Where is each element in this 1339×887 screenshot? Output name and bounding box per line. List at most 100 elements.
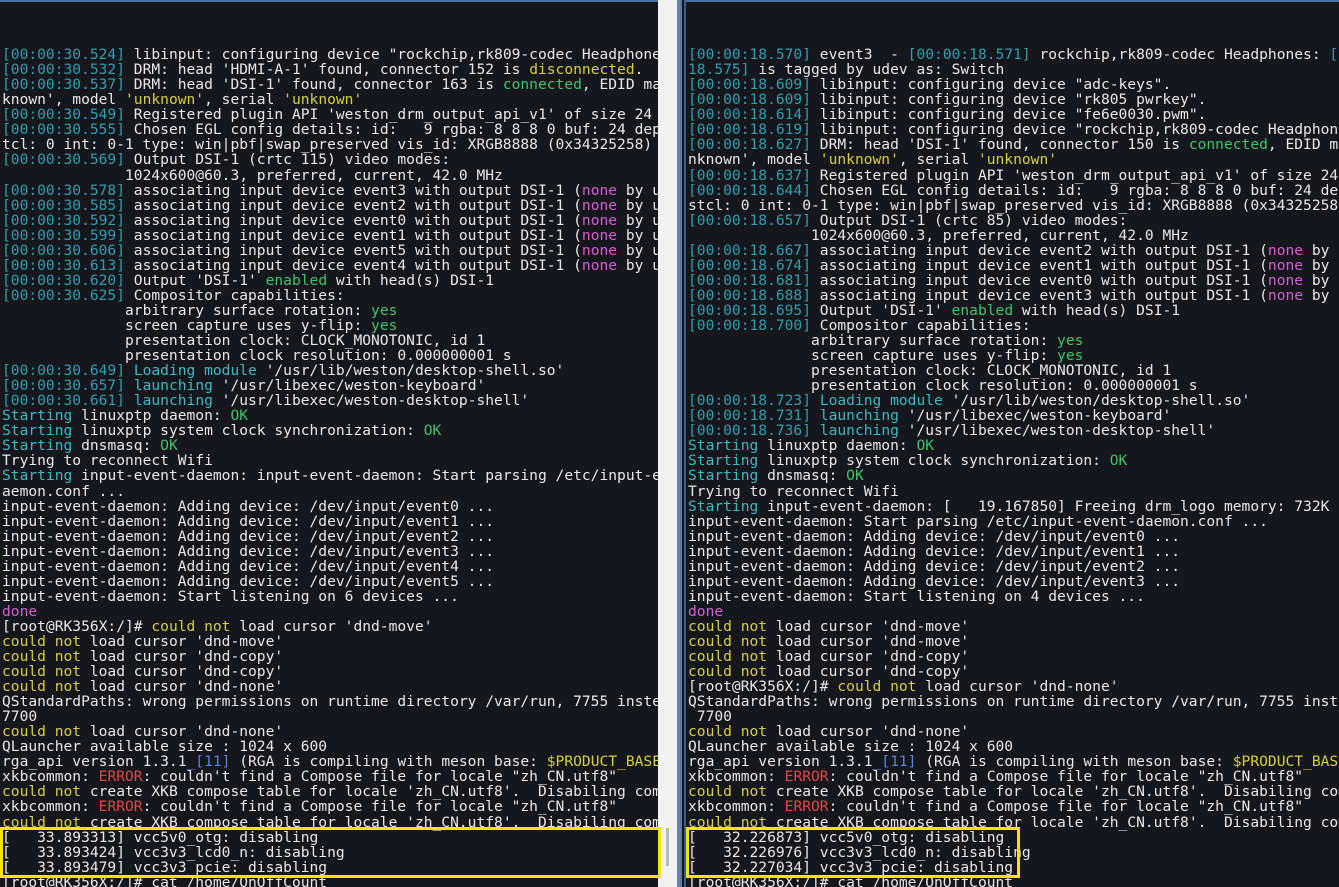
left-terminal-line: [00:00:30.524] libinput: configuring dev…: [0, 47, 658, 62]
left-terminal-line: [00:00:30.537] DRM: head 'DSI-1' found, …: [0, 77, 658, 92]
right-terminal-line: [00:00:18.619] libinput: configuring dev…: [686, 122, 1339, 137]
right-terminal-line: screen capture uses y-flip: yes: [686, 348, 1339, 363]
right-terminal-line: QLauncher available size : 1024 x 600: [686, 739, 1339, 754]
right-terminal-line: [00:00:18.570] event3 - [00:00:18.571] r…: [686, 47, 1339, 62]
left-terminal-line: could not load cursor 'dnd-copy': [0, 649, 658, 664]
right-terminal-pane[interactable]: [00:00:18.570] event3 - [00:00:18.571] r…: [684, 0, 1339, 887]
right-terminal-line: QStandardPaths: wrong permissions on run…: [686, 694, 1339, 709]
left-terminal-line: QLauncher available size : 1024 x 600: [0, 739, 658, 754]
left-terminal-line: xkbcommon: ERROR: couldn't find a Compos…: [0, 769, 658, 784]
right-terminal-line: [ 32.226976] vcc3v3_lcd0_n: disabling: [686, 845, 1339, 860]
log-text: OK: [1109, 452, 1128, 470]
left-terminal-line: [00:00:30.657] launching '/usr/libexec/w…: [0, 378, 658, 393]
log-text: QStandardPaths: wrong permissions on run…: [688, 693, 1339, 711]
left-terminal-line: [00:00:30.620] Output 'DSI-1' enabled wi…: [0, 273, 658, 288]
left-terminal-line: could not create XKB compose table for l…: [0, 815, 658, 830]
log-text: , EDID make 'un: [581, 76, 658, 94]
right-terminal-line: input-event-daemon: Adding device: /dev/…: [686, 559, 1339, 574]
left-terminal-line: [ 33.893313] vcc5v0_otg: disabling: [0, 830, 658, 845]
left-terminal-line: 7700: [0, 709, 658, 724]
left-terminal-line: rga_api version 1.3.1_[11] (RGA is compi…: [0, 754, 658, 769]
left-terminal-line: done: [0, 604, 658, 619]
right-terminal-line: input-event-daemon: Adding device: /dev/…: [686, 574, 1339, 589]
log-text: '/usr/libexec/weston-desktop-shell': [212, 392, 530, 410]
left-terminal-line: could not create XKB compose table for l…: [0, 784, 658, 799]
right-terminal-line: [00:00:18.688] associating input device …: [686, 288, 1339, 303]
left-terminal-line: [00:00:30.585] associating input device …: [0, 198, 658, 213]
log-text: [00:00:: [1329, 46, 1339, 64]
right-terminal-line: [00:00:18.681] associating input device …: [686, 273, 1339, 288]
right-terminal-line: Starting input-event-daemon: [ 19.167850…: [686, 499, 1339, 514]
left-terminal-line: tcl: 0 int: 0-1 type: win|pbf|swap_prese…: [0, 137, 658, 152]
left-terminal-line: aemon.conf ...: [0, 483, 658, 499]
left-terminal-line: could not load cursor 'dnd-none': [0, 724, 658, 739]
right-terminal-line: presentation clock: CLOCK_MONOTONIC, id …: [686, 363, 1339, 378]
right-terminal-line: [00:00:18.723] Loading module '/usr/lib/…: [686, 393, 1339, 408]
left-terminal-line: known', model 'unknown', serial 'unknown…: [0, 92, 658, 107]
right-terminal-line: rga_api version 1.3.1_[11] (RGA is compi…: [686, 754, 1339, 769]
left-terminal-line: [00:00:30.661] launching '/usr/libexec/w…: [0, 393, 658, 408]
left-terminal-line: input-event-daemon: Start listening on 6…: [0, 589, 658, 604]
right-terminal-line: presentation clock resolution: 0.0000000…: [686, 378, 1339, 393]
right-terminal-line: could not load cursor 'dnd-none': [686, 724, 1339, 739]
right-terminal-line: [00:00:18.700] Compositor capabilities:: [686, 318, 1339, 333]
left-terminal-line: [00:00:30.625] Compositor capabilities:: [0, 288, 658, 303]
log-text: [root@RK356X:/]# cat /home/OnOffCount: [688, 873, 1014, 887]
left-terminal-line: [00:00:30.606] associating input device …: [0, 243, 658, 258]
left-terminal-line: Trying to reconnect Wifi: [0, 453, 658, 468]
log-text: rockchip,rk809-codec Headphones:: [1030, 46, 1330, 64]
left-terminal-line: [00:00:30.592] associating input device …: [0, 213, 658, 228]
left-terminal-line: input-event-daemon: Adding device: /dev/…: [0, 544, 658, 559]
right-pane-top-border: [686, 0, 1339, 2]
right-terminal-line: 1024x600@60.3, preferred, current, 42.0 …: [686, 228, 1339, 243]
right-terminal-line: [00:00:18.667] associating input device …: [686, 243, 1339, 258]
left-terminal-line: [00:00:30.549] Registered plugin API 'we…: [0, 107, 658, 122]
right-terminal-line: [ 32.226873] vcc5v0_otg: disabling: [686, 830, 1339, 845]
right-terminal-log: [00:00:18.570] event3 - [00:00:18.571] r…: [686, 47, 1339, 887]
right-terminal-line: [00:00:18.731] launching '/usr/libexec/w…: [686, 408, 1339, 423]
left-terminal-line: could not load cursor 'dnd-none': [0, 679, 658, 694]
log-text: OK: [423, 422, 442, 440]
left-terminal-line: could not load cursor 'dnd-copy': [0, 664, 658, 679]
right-terminal-line: [00:00:18.609] libinput: configuring dev…: [686, 77, 1339, 92]
pane-divider: [680, 0, 682, 887]
left-terminal-line: [00:00:30.613] associating input device …: [0, 258, 658, 273]
right-terminal-line: arbitrary surface rotation: yes: [686, 333, 1339, 348]
log-text: QStandardPaths: wrong permissions on run…: [2, 693, 658, 711]
left-terminal-line: Starting linuxptp system clock synchroni…: [0, 423, 658, 438]
right-terminal-line: 7700: [686, 709, 1339, 724]
right-terminal-line: Trying to reconnect Wifi: [686, 483, 1339, 499]
left-terminal-line: [00:00:30.569] Output DSI-1 (crtc 115) v…: [0, 152, 658, 167]
right-terminal-line: [root@RK356X:/]# cat /home/OnOffCount: [686, 875, 1339, 887]
left-terminal-line: presentation clock: CLOCK_MONOTONIC, id …: [0, 333, 658, 348]
left-terminal-pane[interactable]: [00:00:30.524] libinput: configuring dev…: [0, 0, 658, 887]
left-terminal-line: [ 33.893479] vcc3v3_pcie: disabling: [0, 860, 658, 875]
left-terminal-line: Starting linuxptp daemon: OK: [0, 408, 658, 423]
scrollbar-thumb[interactable]: [666, 828, 669, 866]
left-terminal-line: input-event-daemon: Adding device: /dev/…: [0, 499, 658, 514]
log-text: by udev): [1311, 286, 1339, 304]
log-text: none: [581, 256, 618, 274]
left-pane-scrollbar[interactable]: [658, 0, 680, 887]
right-terminal-line: [00:00:18.614] libinput: configuring dev…: [686, 107, 1339, 122]
right-terminal-line: [00:00:18.627] DRM: head 'DSI-1' found, …: [686, 137, 1339, 152]
right-terminal-line: Starting dnsmasq: OK: [686, 468, 1339, 483]
left-terminal-line: [00:00:30.649] Loading module '/usr/lib/…: [0, 363, 658, 378]
terminal-comparison-screen: [00:00:30.524] libinput: configuring dev…: [0, 0, 1339, 887]
log-text: '/usr/libexec/weston-desktop-shell': [898, 422, 1216, 440]
left-terminal-line: [00:00:30.599] associating input device …: [0, 228, 658, 243]
left-terminal-log: [00:00:30.524] libinput: configuring dev…: [0, 47, 658, 887]
log-text: input-event-daemon: input-event-daemon: …: [72, 467, 658, 485]
log-text: with head(s) DSI-1: [1013, 301, 1181, 319]
left-terminal-line: input-event-daemon: Adding device: /dev/…: [0, 514, 658, 529]
right-terminal-line: could not create XKB compose table for l…: [686, 784, 1339, 799]
left-terminal-line: presentation clock resolution: 0.0000000…: [0, 348, 658, 363]
right-terminal-line: xkbcommon: ERROR: couldn't find a Compos…: [686, 799, 1339, 814]
log-text: [root@RK356X:/]# cat /home/OnOffCount: [2, 873, 328, 887]
left-terminal-line: [ 33.893424] vcc3v3_lcd0_n: disabling: [0, 845, 658, 860]
right-terminal-line: [00:00:18.609] libinput: configuring dev…: [686, 92, 1339, 107]
left-terminal-line: input-event-daemon: Adding device: /dev/…: [0, 559, 658, 574]
right-terminal-line: Starting linuxptp system clock synchroni…: [686, 453, 1339, 468]
right-terminal-line: could not load cursor 'dnd-copy': [686, 649, 1339, 664]
right-terminal-line: done: [686, 604, 1339, 619]
